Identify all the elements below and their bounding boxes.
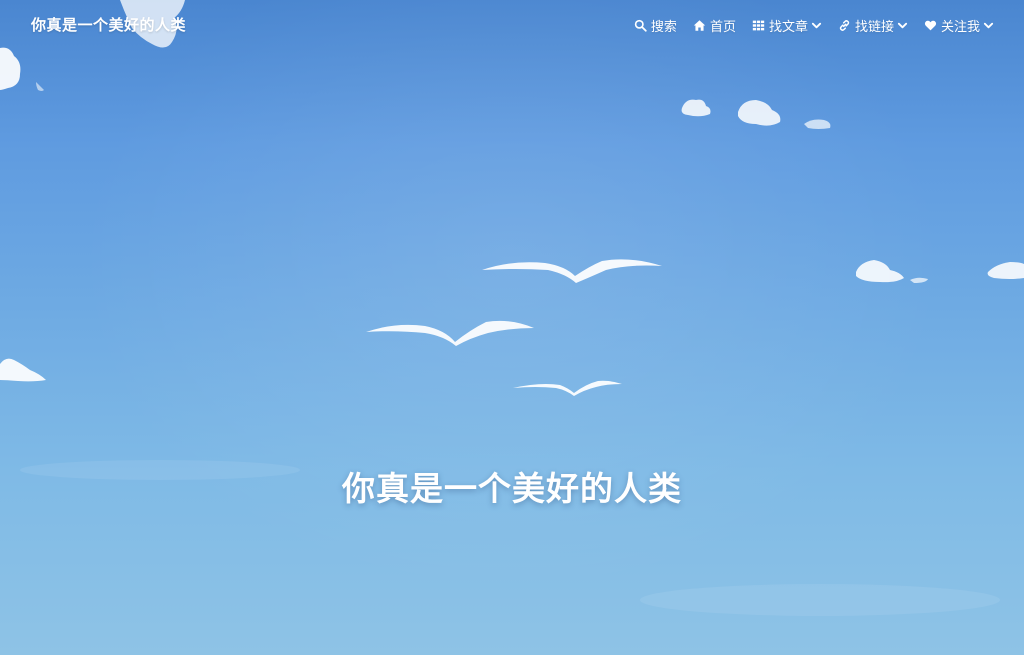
link-icon xyxy=(838,19,851,32)
navbar: 你真是一个美好的人类 搜索 首页 找文章 找链接 关注我 xyxy=(0,0,1024,50)
background-illustration xyxy=(0,0,1024,616)
nav-links-label: 找链接 xyxy=(854,20,894,35)
hero-title: 你真是一个美好的人类 xyxy=(342,469,682,509)
nav-search[interactable]: 搜索 xyxy=(634,16,677,35)
site-brand-link[interactable]: 你真是一个美好的人类 xyxy=(31,14,186,35)
nav-links-dropdown[interactable]: 找链接 xyxy=(838,16,908,35)
chevron-down-icon xyxy=(897,20,908,31)
cloud-top-left xyxy=(0,47,44,91)
nav-home-label: 首页 xyxy=(709,20,736,35)
cloud-top-right xyxy=(681,99,831,129)
cloud-left-middle xyxy=(0,358,46,382)
page: 你真是一个美好的人类 搜索 首页 找文章 找链接 关注我 你真是一个美好的人类 xyxy=(0,0,1024,655)
main-menu: 搜索 首页 找文章 找链接 关注我 xyxy=(634,16,994,35)
heart-icon xyxy=(924,19,937,32)
chevron-down-icon xyxy=(983,20,994,31)
search-icon xyxy=(634,19,647,32)
bird-clouds xyxy=(366,259,662,396)
nav-home[interactable]: 首页 xyxy=(693,16,736,35)
chevron-down-icon xyxy=(811,20,822,31)
nav-articles-label: 找文章 xyxy=(768,20,808,35)
nav-follow-dropdown[interactable]: 关注我 xyxy=(924,16,994,35)
cloud-right-middle xyxy=(856,260,1024,283)
home-icon xyxy=(693,19,706,32)
nav-follow-label: 关注我 xyxy=(940,20,980,35)
nav-articles-dropdown[interactable]: 找文章 xyxy=(752,16,822,35)
grid-icon xyxy=(752,19,765,32)
nav-search-label: 搜索 xyxy=(650,20,677,35)
